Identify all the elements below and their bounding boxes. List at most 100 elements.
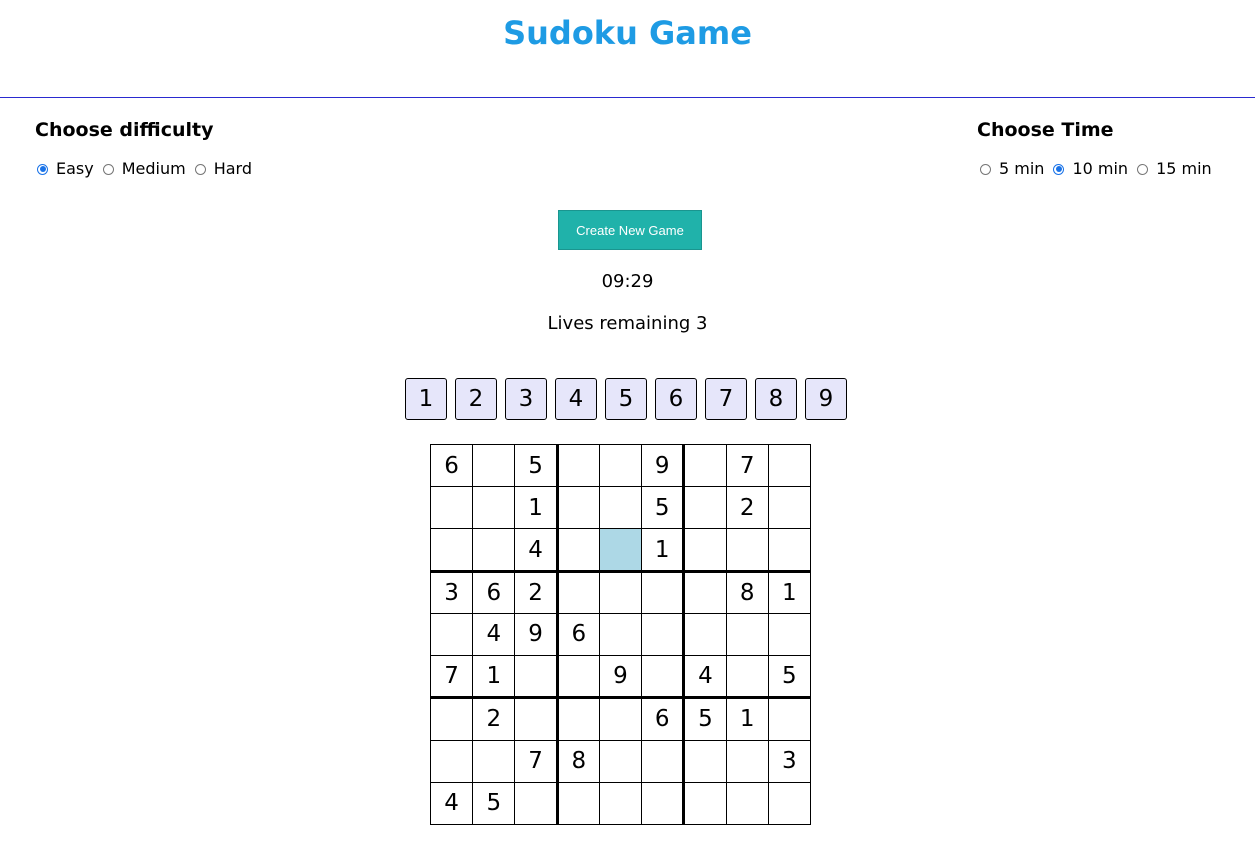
board-cell[interactable]: 2 — [472, 697, 516, 741]
board-cell[interactable]: 5 — [472, 781, 516, 826]
board-cell[interactable]: 2 — [725, 486, 769, 530]
number-button-7[interactable]: 7 — [705, 378, 747, 420]
board-cell[interactable] — [641, 781, 686, 826]
board-cell[interactable]: 9 — [641, 443, 686, 488]
difficulty-option-hard[interactable]: Hard — [194, 158, 252, 180]
board-cell[interactable] — [725, 528, 769, 573]
board-cell[interactable] — [429, 739, 474, 783]
board-cell[interactable] — [683, 781, 727, 826]
board-cell[interactable]: 6 — [641, 697, 686, 741]
board-cell[interactable]: 5 — [767, 655, 812, 700]
board-cell[interactable]: 1 — [767, 570, 812, 614]
board-cell[interactable]: 3 — [767, 739, 812, 783]
board-cell[interactable] — [767, 781, 812, 826]
board-cell[interactable]: 7 — [514, 739, 559, 783]
board-cell[interactable] — [683, 612, 727, 657]
board-cell[interactable]: 8 — [556, 739, 600, 783]
time-option-10-min[interactable]: 10 min — [1053, 158, 1128, 180]
board-cell[interactable]: 4 — [683, 655, 727, 700]
number-button-8[interactable]: 8 — [755, 378, 797, 420]
board-cell[interactable]: 4 — [514, 528, 559, 573]
board-cell[interactable] — [767, 443, 812, 488]
board-cell[interactable] — [683, 739, 727, 783]
board-cell[interactable] — [641, 570, 686, 614]
board-cell[interactable]: 5 — [683, 697, 727, 741]
number-button-5[interactable]: 5 — [605, 378, 647, 420]
board-cell[interactable]: 4 — [472, 612, 516, 657]
board-cell[interactable] — [641, 612, 686, 657]
board-cell[interactable] — [683, 528, 727, 573]
board-cell[interactable]: 1 — [725, 697, 769, 741]
board-cell[interactable] — [472, 443, 516, 488]
board-cell[interactable] — [598, 697, 643, 741]
board-cell[interactable] — [429, 697, 474, 741]
board-cell[interactable] — [472, 486, 516, 530]
difficulty-radio-hard[interactable] — [194, 163, 206, 175]
create-new-game-button[interactable]: Create New Game — [558, 210, 702, 250]
number-button-1[interactable]: 1 — [405, 378, 447, 420]
board-cell[interactable] — [683, 443, 727, 488]
board-cell[interactable]: 4 — [429, 781, 474, 826]
board-cell[interactable] — [725, 655, 769, 700]
board-cell[interactable]: 6 — [556, 612, 600, 657]
number-button-2[interactable]: 2 — [455, 378, 497, 420]
board-cell[interactable] — [598, 612, 643, 657]
number-button-4[interactable]: 4 — [555, 378, 597, 420]
board-cell[interactable] — [429, 528, 474, 573]
board-cell[interactable] — [472, 528, 516, 573]
board-cell[interactable] — [556, 486, 600, 530]
difficulty-option-easy[interactable]: Easy — [37, 158, 94, 180]
board-cell[interactable] — [556, 697, 600, 741]
board-cell[interactable]: 1 — [472, 655, 516, 700]
board-cell[interactable] — [725, 612, 769, 657]
board-cell[interactable]: 5 — [514, 443, 559, 488]
board-cell[interactable] — [683, 486, 727, 530]
board-cell[interactable] — [556, 781, 600, 826]
number-button-9[interactable]: 9 — [805, 378, 847, 420]
board-cell[interactable] — [556, 655, 600, 700]
board-cell[interactable] — [514, 781, 559, 826]
time-radio-10-min[interactable] — [1053, 163, 1065, 175]
board-cell[interactable] — [767, 612, 812, 657]
board-cell[interactable]: 1 — [514, 486, 559, 530]
difficulty-radio-medium[interactable] — [102, 163, 114, 175]
difficulty-radio-easy[interactable] — [37, 163, 48, 175]
board-cell[interactable]: 3 — [429, 570, 474, 614]
time-option-5-min[interactable]: 5 min — [980, 158, 1044, 180]
board-cell[interactable] — [598, 570, 643, 614]
board-cell[interactable]: 1 — [641, 528, 686, 573]
board-cell[interactable] — [429, 612, 474, 657]
time-option-15-min[interactable]: 15 min — [1137, 158, 1212, 180]
board-cell[interactable] — [598, 486, 643, 530]
board-cell[interactable] — [556, 528, 600, 573]
board-cell[interactable] — [514, 697, 559, 741]
board-cell[interactable]: 6 — [472, 570, 516, 614]
time-radio-15-min[interactable] — [1137, 163, 1149, 175]
board-cell[interactable]: 5 — [641, 486, 686, 530]
board-cell[interactable] — [725, 781, 769, 826]
board-cell[interactable] — [598, 781, 643, 826]
board-cell[interactable] — [641, 655, 686, 700]
board-cell[interactable] — [767, 486, 812, 530]
board-cell[interactable] — [429, 486, 474, 530]
board-cell[interactable]: 6 — [429, 443, 474, 488]
board-cell[interactable] — [472, 739, 516, 783]
board-cell[interactable]: 9 — [514, 612, 559, 657]
board-cell[interactable] — [683, 570, 727, 614]
time-radio-5-min[interactable] — [980, 163, 991, 175]
board-cell[interactable] — [556, 443, 600, 488]
number-button-3[interactable]: 3 — [505, 378, 547, 420]
board-cell[interactable] — [641, 739, 686, 783]
board-cell[interactable]: 7 — [725, 443, 769, 488]
board-cell[interactable] — [767, 697, 812, 741]
board-cell[interactable] — [556, 570, 600, 614]
board-cell[interactable] — [725, 739, 769, 783]
board-cell[interactable] — [514, 655, 559, 700]
board-cell[interactable]: 2 — [514, 570, 559, 614]
board-cell[interactable]: 7 — [429, 655, 474, 700]
board-cell[interactable] — [598, 443, 643, 488]
board-cell[interactable] — [598, 739, 643, 783]
board-cell[interactable]: 8 — [725, 570, 769, 614]
board-cell[interactable]: 9 — [598, 655, 643, 700]
board-cell[interactable] — [598, 528, 643, 573]
